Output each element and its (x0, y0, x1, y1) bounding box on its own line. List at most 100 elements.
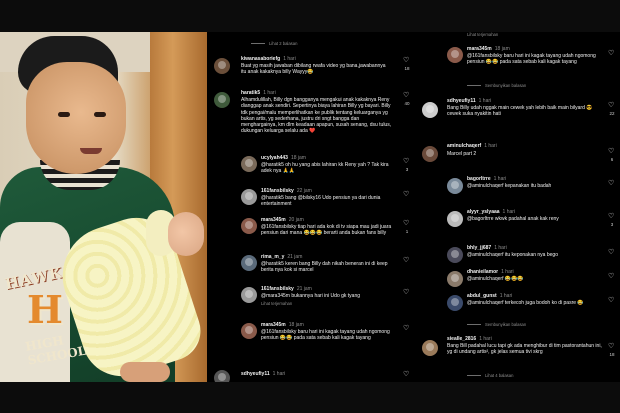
comment-username[interactable]: rima_m_y 21 jam (261, 254, 302, 260)
avatar[interactable] (214, 92, 230, 108)
comment-username[interactable]: mara345m 20 jam (261, 217, 304, 223)
avatar[interactable] (422, 102, 438, 118)
comment-username[interactable]: sdhyeufiy11 1 hari (241, 371, 285, 377)
heart-icon[interactable]: ♡ (608, 50, 614, 57)
avatar[interactable] (214, 58, 230, 74)
heart-icon[interactable]: ♡ (403, 325, 409, 332)
like-count: 1 (405, 229, 409, 234)
avatar[interactable] (447, 211, 463, 227)
view-replies-link[interactable]: Lihat 2 balasan (251, 41, 297, 46)
comment-text: Bang Billy udah nggak main cewek yah leb… (447, 105, 593, 118)
heart-icon[interactable]: ♡ (608, 102, 614, 109)
like-count: 22 (609, 111, 615, 116)
comment-username[interactable]: abdul_gunst 1 hari (467, 293, 512, 299)
comment-username[interactable]: 161fansbilsky 22 jam (261, 188, 312, 194)
comment-username[interactable]: bagorltrre 1 hari (467, 176, 506, 182)
avatar[interactable] (241, 156, 257, 172)
like-count: 3 (405, 167, 409, 172)
comment-username[interactable]: bhly_jj687 1 hari (467, 245, 507, 251)
jacket-letter-h: H (27, 287, 63, 332)
heart-icon[interactable]: ♡ (403, 191, 409, 198)
avatar[interactable] (447, 247, 463, 263)
comment-text: @aminulchaqerf terkecoh juga bodoh ko di… (467, 300, 584, 306)
hide-replies-link[interactable]: Sembunyikan balasan (467, 83, 526, 88)
hide-replies-link[interactable]: Sembunyikan balasan (467, 322, 526, 327)
comment-text: @haratik5 oh hu yang abis lahiran kk Ren… (261, 162, 389, 175)
comment-item: abdul_gunst 1 hari @aminulchaqerf terkeco… (415, 292, 620, 316)
comment-text: @aminulchaqerf itu keponakan nya bego (467, 252, 558, 258)
comment-username[interactable]: dhanieilamor 1 hari (467, 269, 514, 275)
comment-text: @bagorltrre wkwk padahal anak kak reny (467, 216, 559, 222)
heart-icon[interactable]: ♡ (403, 57, 409, 64)
heart-icon[interactable]: ♡ (608, 273, 614, 280)
comment-item: alyyr_yslyaaa 1 hari @bagorltrre wkwk pad… (415, 208, 620, 230)
comment-username[interactable]: ucylyah443 18 jam (261, 155, 306, 161)
like-count: 6 (610, 157, 614, 162)
avatar[interactable] (447, 271, 463, 287)
view-replies-link[interactable]: Lihat 4 balasan (467, 373, 513, 378)
avatar[interactable] (447, 295, 463, 311)
heart-icon[interactable]: ♡ (403, 289, 409, 296)
comment-item: bagorltrre 1 hari @aminulchaqerf kepanaka… (415, 175, 620, 197)
comment-username[interactable]: kiwanasaboriefg 1 hari (241, 56, 296, 62)
comment-item: 161fansbilsky 22 jam @haratik5 bang @bils… (207, 187, 415, 217)
heart-icon[interactable]: ♡ (403, 371, 409, 378)
eye-left (58, 112, 70, 117)
avatar[interactable] (447, 178, 463, 194)
comment-item: siealle_2816 1 hari Bang Bill padahal luc… (415, 335, 620, 371)
comment-username[interactable]: siealle_2816 1 hari (447, 336, 492, 342)
comment-item: aminulchaqerf 1 hari Marcel part 2 ♡ 6 (415, 142, 620, 162)
comment-username[interactable]: mara345m 18 jam (467, 46, 510, 52)
comment-item: 161fansbilsky 21 jam @mara345m bukannya h… (207, 285, 415, 313)
comment-text: @161fansbilsky baru hari ini kagak tayan… (467, 53, 596, 66)
avatar[interactable] (241, 218, 257, 234)
comment-text: @161fansbilsky baru hari ini kagak tayan… (261, 329, 390, 342)
comment-text: @haratik5 bang @bilsky16 Udo pensiun ya … (261, 195, 381, 208)
comment-username[interactable]: mara345m 18 jam (261, 322, 304, 328)
face (26, 62, 126, 174)
comment-text: Bang Bill padahal lucu tapi gk ada mengh… (447, 343, 602, 356)
top-black-bar (0, 0, 620, 32)
like-count: 18 (404, 66, 410, 71)
avatar[interactable] (241, 287, 257, 303)
comment-username[interactable]: aminulchaqerf 1 hari (447, 143, 497, 149)
comment-item: mara345m 18 jam @161fansbilsky baru hari … (207, 321, 415, 357)
comment-text: Marcel part 2 (447, 151, 477, 157)
avatar[interactable] (241, 255, 257, 271)
hand (120, 362, 170, 382)
avatar[interactable] (447, 47, 463, 63)
comment-username[interactable]: sdhyeufiy11 1 hari (447, 98, 491, 104)
comment-username[interactable]: 161fansbilsky 21 jam (261, 286, 312, 292)
heart-icon[interactable]: ♡ (608, 213, 614, 220)
comment-text: Buat yg masih jawaban dibilang rwafa vid… (241, 63, 386, 76)
heart-icon[interactable]: ♡ (608, 343, 614, 350)
heart-icon[interactable]: ♡ (608, 249, 614, 256)
comment-username[interactable]: alyyr_yslyaaa 1 hari (467, 209, 515, 215)
like-count: 18 (609, 352, 615, 357)
comment-text: Alhamdulillah, Billy dgn bangganya menga… (241, 97, 392, 135)
avatar[interactable] (214, 370, 230, 382)
comments-panel-right[interactable]: Lihat terjemahan mara345m 18 jam @161fans… (415, 32, 620, 382)
heart-icon[interactable]: ♡ (608, 297, 614, 304)
comment-username[interactable]: haratik5 1 hari (241, 90, 276, 96)
photo-man-holding-baby: HAWKINS H HIGH SCHOOL (0, 32, 207, 382)
avatar[interactable] (422, 146, 438, 162)
heart-icon[interactable]: ♡ (608, 180, 614, 187)
like-count: 3 (610, 222, 614, 227)
comments-panel-left[interactable]: Lihat 2 balasan kiwanasaboriefg 1 hari Bu… (207, 32, 415, 382)
see-translation-link[interactable]: Lihat terjemahan (261, 301, 292, 306)
comment-item: mara345m 20 jam @161fansbilsky tiap hari … (207, 216, 415, 252)
comment-item: ucylyah443 18 jam @haratik5 oh hu yang ab… (207, 154, 415, 182)
avatar[interactable] (241, 189, 257, 205)
heart-icon[interactable]: ♡ (403, 220, 409, 227)
heart-icon[interactable]: ♡ (403, 257, 409, 264)
avatar[interactable] (422, 340, 438, 356)
heart-icon[interactable]: ♡ (608, 148, 614, 155)
avatar[interactable] (241, 323, 257, 339)
heart-icon[interactable]: ♡ (403, 158, 409, 165)
heart-icon[interactable]: ♡ (403, 92, 409, 99)
baby-head (168, 212, 204, 256)
like-count: 40 (404, 101, 410, 106)
comment-text: @haratik5 keren bang Billy dah nikah ben… (261, 261, 388, 274)
see-translation-link[interactable]: Lihat terjemahan (467, 32, 498, 37)
